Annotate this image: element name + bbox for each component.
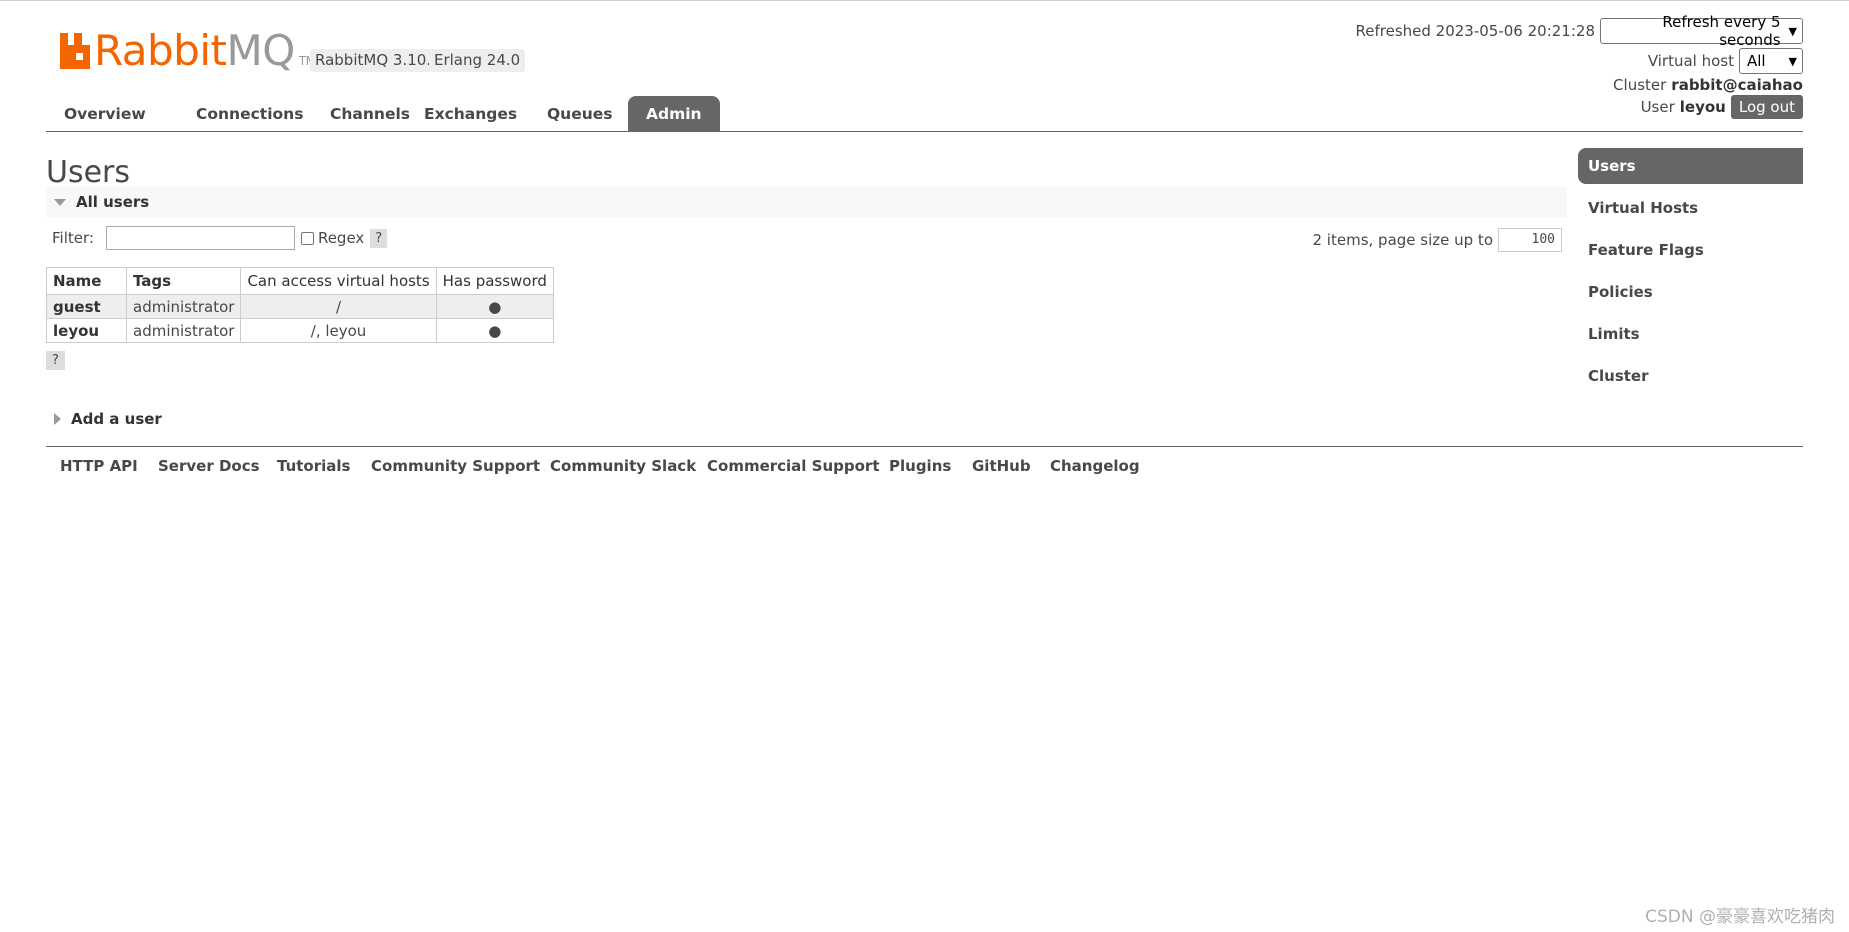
- user-vhosts: /, leyou: [240, 318, 437, 343]
- paging-text: 2 items, page size up to: [1312, 231, 1494, 249]
- user-vhosts: /: [240, 294, 437, 319]
- sidebar-item-feature-flags[interactable]: Feature Flags: [1578, 232, 1803, 268]
- col-can-access-vhosts: Can access virtual hosts: [240, 267, 437, 295]
- rabbitmq-version-badge: RabbitMQ 3.10.6: [310, 49, 446, 72]
- sidebar-item-users[interactable]: Users: [1578, 148, 1803, 184]
- chevron-down-icon: ▼: [1788, 24, 1797, 38]
- add-user-section-toggle[interactable]: Add a user: [54, 410, 162, 428]
- footer-link-http-api[interactable]: HTTP API: [60, 457, 138, 475]
- footer-link-community-support[interactable]: Community Support: [371, 457, 540, 475]
- table-row: leyou administrator /, leyou ●: [46, 318, 554, 343]
- refresh-interval-select[interactable]: Refresh every 5 seconds ▼: [1600, 13, 1803, 49]
- regex-help-button[interactable]: ?: [370, 228, 388, 248]
- sidebar-item-limits[interactable]: Limits: [1578, 316, 1803, 352]
- filter-input[interactable]: [105, 226, 295, 250]
- erlang-version-badge: Erlang 24.0: [429, 49, 526, 72]
- page-title: Users: [46, 155, 131, 190]
- regex-checkbox[interactable]: [300, 231, 314, 245]
- vhost-select[interactable]: All ▼: [1739, 48, 1803, 74]
- page-size-input[interactable]: 100: [1498, 228, 1562, 252]
- all-users-section-toggle[interactable]: All users: [46, 187, 1567, 217]
- tab-queues[interactable]: Queues: [529, 96, 631, 131]
- tab-overview[interactable]: Overview: [46, 96, 164, 131]
- sidebar-item-virtual-hosts[interactable]: Virtual Hosts: [1578, 190, 1803, 226]
- tab-exchanges[interactable]: Exchanges: [406, 96, 535, 131]
- col-name[interactable]: Name: [46, 267, 127, 295]
- col-tags[interactable]: Tags: [125, 267, 242, 295]
- rabbitmq-logo-icon: [60, 33, 90, 69]
- col-has-password: Has password: [435, 267, 554, 295]
- footer-link-server-docs[interactable]: Server Docs: [158, 457, 260, 475]
- expand-triangle-icon: [54, 413, 61, 425]
- sidebar-item-policies[interactable]: Policies: [1578, 274, 1803, 310]
- sidebar-item-cluster[interactable]: Cluster: [1578, 358, 1803, 394]
- table-help-button[interactable]: ?: [46, 351, 65, 370]
- paging-control: 2 items, page size up to 100: [1312, 228, 1562, 252]
- footer-link-plugins[interactable]: Plugins: [889, 457, 951, 475]
- footer-link-commercial-support[interactable]: Commercial Support: [707, 457, 880, 475]
- users-table: Name Tags Can access virtual hosts Has p…: [46, 267, 554, 343]
- user-name-link[interactable]: guest: [46, 294, 127, 319]
- vhost-label: Virtual host: [1647, 52, 1734, 70]
- section-title: All users: [76, 193, 150, 211]
- user-name-link[interactable]: leyou: [46, 318, 127, 343]
- table-header-row: Name Tags Can access virtual hosts Has p…: [46, 267, 554, 295]
- user-tags: administrator: [125, 294, 242, 319]
- has-password-dot: ●: [435, 294, 554, 319]
- main-nav: Overview Connections Channels Exchanges …: [46, 96, 1803, 132]
- footer-link-github[interactable]: GitHub: [972, 457, 1031, 475]
- add-user-label: Add a user: [71, 410, 162, 428]
- tab-connections[interactable]: Connections: [178, 96, 321, 131]
- footer-link-community-slack[interactable]: Community Slack: [550, 457, 696, 475]
- tab-admin[interactable]: Admin: [628, 96, 720, 131]
- footer-link-tutorials[interactable]: Tutorials: [277, 457, 350, 475]
- footer-link-changelog[interactable]: Changelog: [1050, 457, 1140, 475]
- cluster-name: rabbit@caiahao: [1671, 76, 1803, 94]
- footer: HTTP API Server Docs Tutorials Community…: [46, 446, 1803, 486]
- filter-row: Filter: Regex ?: [52, 226, 388, 250]
- chevron-down-icon: ▼: [1788, 54, 1797, 68]
- table-row: guest administrator / ●: [46, 294, 554, 319]
- regex-label: Regex: [317, 229, 365, 247]
- refreshed-timestamp: Refreshed 2023-05-06 20:21:28: [1355, 22, 1595, 40]
- user-tags: administrator: [125, 318, 242, 343]
- filter-label: Filter:: [52, 229, 94, 247]
- admin-sidebar: Users Virtual Hosts Feature Flags Polici…: [1578, 148, 1803, 400]
- logo-wordmark: RabbitMQ TM: [94, 26, 316, 75]
- cluster-label: Cluster: [1613, 76, 1667, 94]
- csdn-watermark: CSDN @豪豪喜欢吃猪肉: [1645, 907, 1835, 927]
- has-password-dot: ●: [435, 318, 554, 343]
- collapse-triangle-icon: [54, 198, 66, 206]
- rabbitmq-logo[interactable]: RabbitMQ TM: [60, 27, 316, 75]
